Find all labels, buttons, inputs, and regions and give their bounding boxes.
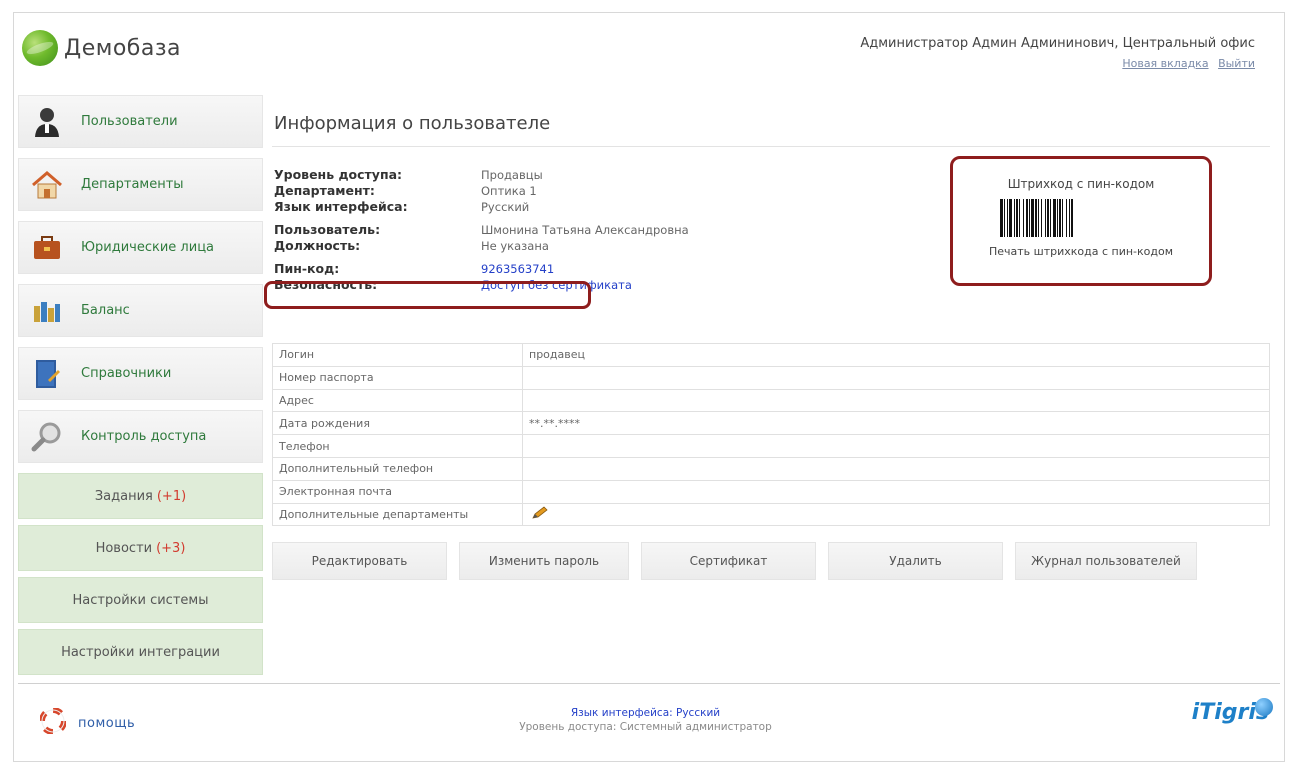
barcode-panel: Штрихкод с пин-кодом Печать штрихкода с … [950,156,1212,286]
table-row: Номер паспорта [272,365,1270,390]
logout-link[interactable]: Выйти [1218,57,1255,70]
department-value: Оптика 1 [481,184,537,198]
user-details-table: Логин продавец Номер паспорта Адрес Дата … [272,343,1270,527]
pencil-icon[interactable] [531,506,549,523]
table-cell-key: Адрес [272,388,523,413]
change-password-button[interactable]: Изменить пароль [459,542,629,580]
delete-button[interactable]: Удалить [828,542,1003,580]
table-cell-value [522,434,1270,458]
barcode-image [1000,199,1162,237]
new-tab-link[interactable]: Новая вкладка [1122,57,1208,70]
sidebar-item-balance[interactable]: Баланс [18,284,263,337]
brand-dot-icon [1255,698,1273,716]
sidebar-item-legal[interactable]: Юридические лица [18,221,263,274]
current-user: Администратор Админ Админинович, Централ… [860,36,1255,51]
table-cell-value [522,456,1270,481]
table-row: Дополнительный телефон [272,456,1270,481]
access-level-label: Уровень доступа: [274,167,403,182]
footer-access-level: Уровень доступа: Системный администратор [519,721,772,733]
sidebar-item-label: Департаменты [81,177,184,192]
user-label: Пользователь: [274,222,381,237]
count-badge: (+1) [156,488,187,504]
department-label: Департамент: [274,183,375,198]
position-value: Не указана [481,239,549,253]
table-cell-key: Электронная почта [272,479,523,504]
home-icon [31,169,63,201]
table-cell-value [522,479,1270,504]
table-cell-value: **.**.**** [522,411,1270,436]
table-row: Адрес [272,388,1270,413]
table-cell-key: Телефон [272,434,523,458]
user-value: Шмонина Татьяна Александровна [481,223,689,237]
sidebar-item-label: Настройки системы [72,592,209,608]
sidebar-item-departments[interactable]: Департаменты [18,158,263,211]
table-cell-value [522,502,1270,527]
position-label: Должность: [274,238,361,253]
footer-status: Язык интерфейса: Русский Уровень доступа… [0,707,1291,733]
app-logo[interactable]: Демобаза [22,30,181,66]
barcode-bar [1073,199,1076,237]
table-row: Дата рождения **.**.**** [272,411,1270,436]
sidebar-item-references[interactable]: Справочники [18,347,263,400]
sidebar-item-label: Справочники [81,366,172,381]
certificate-button[interactable]: Сертификат [641,542,816,580]
sidebar-item-tasks[interactable]: Задания (+1) [18,473,263,519]
access-level-value: Продавцы [481,168,543,182]
table-cell-key: Дополнительные департаменты [272,502,523,527]
user-info-block: Уровень доступа: Продавцы Департамент: Опт… [274,167,694,293]
sidebar-item-access-control[interactable]: Контроль доступа [18,410,263,463]
pin-code-value[interactable]: 9263563741 [481,261,554,277]
table-row: Дополнительные департаменты [272,502,1270,527]
table-cell-value [522,388,1270,413]
table-row: Электронная почта [272,479,1270,504]
table-cell-key: Логин [272,343,523,367]
logo-icon [22,30,58,66]
table-cell-value [522,365,1270,390]
table-row: Телефон [272,434,1270,458]
barcode-title: Штрихкод с пин-кодом [1007,177,1155,191]
page-title: Информация о пользователе [272,95,1270,147]
pin-code-label: Пин-код: [274,261,340,276]
table-cell-key: Дата рождения [272,411,523,436]
edit-button[interactable]: Редактировать [272,542,447,580]
pin-code-highlight [264,281,591,309]
magnifier-icon [31,421,63,453]
footer-language[interactable]: Язык интерфейса: Русский [0,707,1291,719]
sidebar-item-label: Контроль доступа [81,429,207,444]
sidebar-item-label: Юридические лица [81,240,215,255]
count-badge: (+3) [156,540,186,556]
chart-icon [31,295,63,327]
sidebar-item-system-settings[interactable]: Настройки системы [18,577,263,623]
sidebar-item-label: Настройки интеграции [61,644,220,660]
user-icon [31,106,63,138]
print-barcode-link[interactable]: Печать штрихкода с пин-кодом [953,245,1209,258]
sidebar-item-users[interactable]: Пользователи [18,95,263,148]
footer-divider [18,683,1280,684]
action-buttons: Редактировать Изменить пароль Сертификат… [272,542,1209,580]
language-value: Русский [481,200,530,214]
user-journal-button[interactable]: Журнал пользователей [1015,542,1197,580]
table-cell-key: Дополнительный телефон [272,456,523,481]
book-icon [31,358,63,390]
main-content: Информация о пользователе Уровень доступ… [264,95,1270,580]
brand-logo: iTigris [1192,698,1273,725]
sidebar-item-label: Новости [95,540,153,556]
app-title: Демобаза [64,35,182,61]
table-row: Логин продавец [272,343,1270,367]
language-label: Язык интерфейса: [274,199,408,214]
sidebar-item-label: Пользователи [81,114,178,129]
table-cell-key: Номер паспорта [272,365,523,390]
sidebar-item-label: Баланс [81,303,130,318]
sidebar-item-label: Задания [94,488,153,504]
table-cell-value: продавец [522,343,1270,367]
briefcase-icon [31,232,63,264]
sidebar-item-news[interactable]: Новости (+3) [18,525,263,571]
user-info: Администратор Админ Админинович, Централ… [860,36,1255,70]
sidebar: Пользователи Департаменты Юридические ли… [18,95,263,681]
sidebar-item-integration-settings[interactable]: Настройки интеграции [18,629,263,675]
